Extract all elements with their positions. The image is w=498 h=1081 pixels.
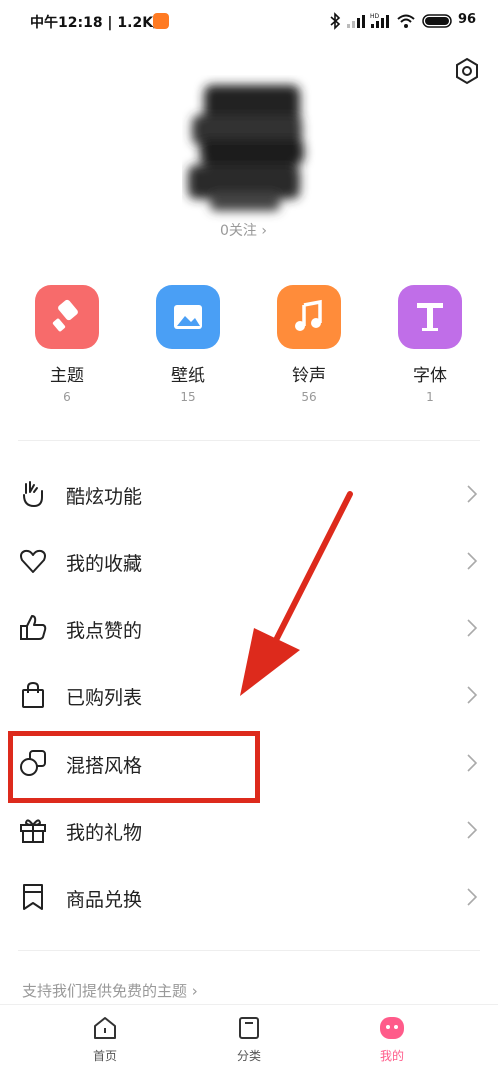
category-font[interactable]: 字体 1: [390, 285, 470, 404]
category-ringtone[interactable]: 铃声 56: [269, 285, 349, 404]
chevron-right-icon: [467, 485, 478, 503]
settings-icon[interactable]: [452, 56, 482, 86]
category-theme[interactable]: 主题 6: [27, 285, 107, 404]
status-bar: 中午12:18 | 1.2K/s HD 96: [0, 0, 498, 44]
signal-icon-1: [347, 15, 365, 28]
tab-label: 首页: [92, 1049, 117, 1063]
bluetooth-icon: [330, 12, 341, 30]
highlight-box: [8, 731, 260, 803]
chevron-right-icon: [467, 686, 478, 704]
menu-item-redeem[interactable]: 商品兑换: [0, 865, 498, 931]
category-count: 1: [426, 390, 434, 404]
category-count: 15: [180, 390, 196, 404]
battery-icon: [422, 14, 452, 28]
menu-label: 商品兑换: [66, 889, 143, 911]
hand-gesture-icon: [23, 481, 43, 508]
shopping-bag-icon: [22, 681, 44, 708]
annotation-arrow: [240, 491, 353, 696]
menu-label: 酷炫功能: [66, 486, 143, 508]
home-icon: [94, 1017, 116, 1039]
music-note-icon: [277, 285, 341, 349]
category-count: 56: [301, 390, 317, 404]
category-label: 字体: [413, 366, 447, 386]
menu-label: 我的收藏: [66, 553, 143, 575]
wifi-icon: [397, 14, 415, 28]
notification-app-icon: [153, 13, 169, 29]
tab-category[interactable]: 分类: [209, 1015, 289, 1064]
svg-text:HD: HD: [370, 13, 380, 20]
chevron-right-icon: [467, 552, 478, 570]
bookmark-icon: [23, 884, 43, 910]
signal-hd-icon: HD: [370, 13, 389, 28]
menu-label: 我点赞的: [66, 620, 143, 642]
chevron-right-icon: [467, 619, 478, 637]
category-label: 铃声: [292, 366, 326, 386]
heart-icon: [20, 549, 46, 573]
image-icon: [156, 285, 220, 349]
chevron-right-icon: [467, 754, 478, 772]
bottom-tab-bar: 首页 分类 我的: [0, 1004, 498, 1081]
chevron-right-icon: [467, 888, 478, 906]
brush-icon: [35, 285, 99, 349]
category-wallpaper[interactable]: 壁纸 15: [148, 285, 228, 404]
category-count: 6: [63, 390, 71, 404]
battery-percent: 96: [458, 12, 477, 27]
category-label: 壁纸: [171, 366, 205, 386]
tab-home[interactable]: 首页: [65, 1015, 145, 1064]
support-link[interactable]: 支持我们提供免费的主题 ›: [22, 980, 198, 1001]
menu-item-gifts[interactable]: 我的礼物: [0, 798, 498, 864]
gift-icon: [20, 819, 46, 843]
avatar[interactable]: [182, 75, 322, 225]
category-icon: [239, 1017, 259, 1039]
divider: [18, 950, 480, 951]
tab-label: 分类: [236, 1049, 261, 1063]
thumbs-up-icon: [20, 615, 47, 640]
category-label: 主题: [50, 366, 84, 386]
font-icon: [398, 285, 462, 349]
tab-label: 我的: [379, 1049, 404, 1063]
profile-face-icon: [380, 1017, 404, 1039]
chevron-right-icon: [467, 821, 478, 839]
tab-mine[interactable]: 我的: [352, 1015, 432, 1064]
menu-label: 我的礼物: [66, 822, 143, 844]
menu-label: 已购列表: [66, 687, 143, 709]
follow-count-link[interactable]: 0关注 ›: [220, 220, 267, 240]
status-time: 中午12:18 | 1.2K/s: [30, 15, 167, 31]
divider: [18, 440, 480, 441]
